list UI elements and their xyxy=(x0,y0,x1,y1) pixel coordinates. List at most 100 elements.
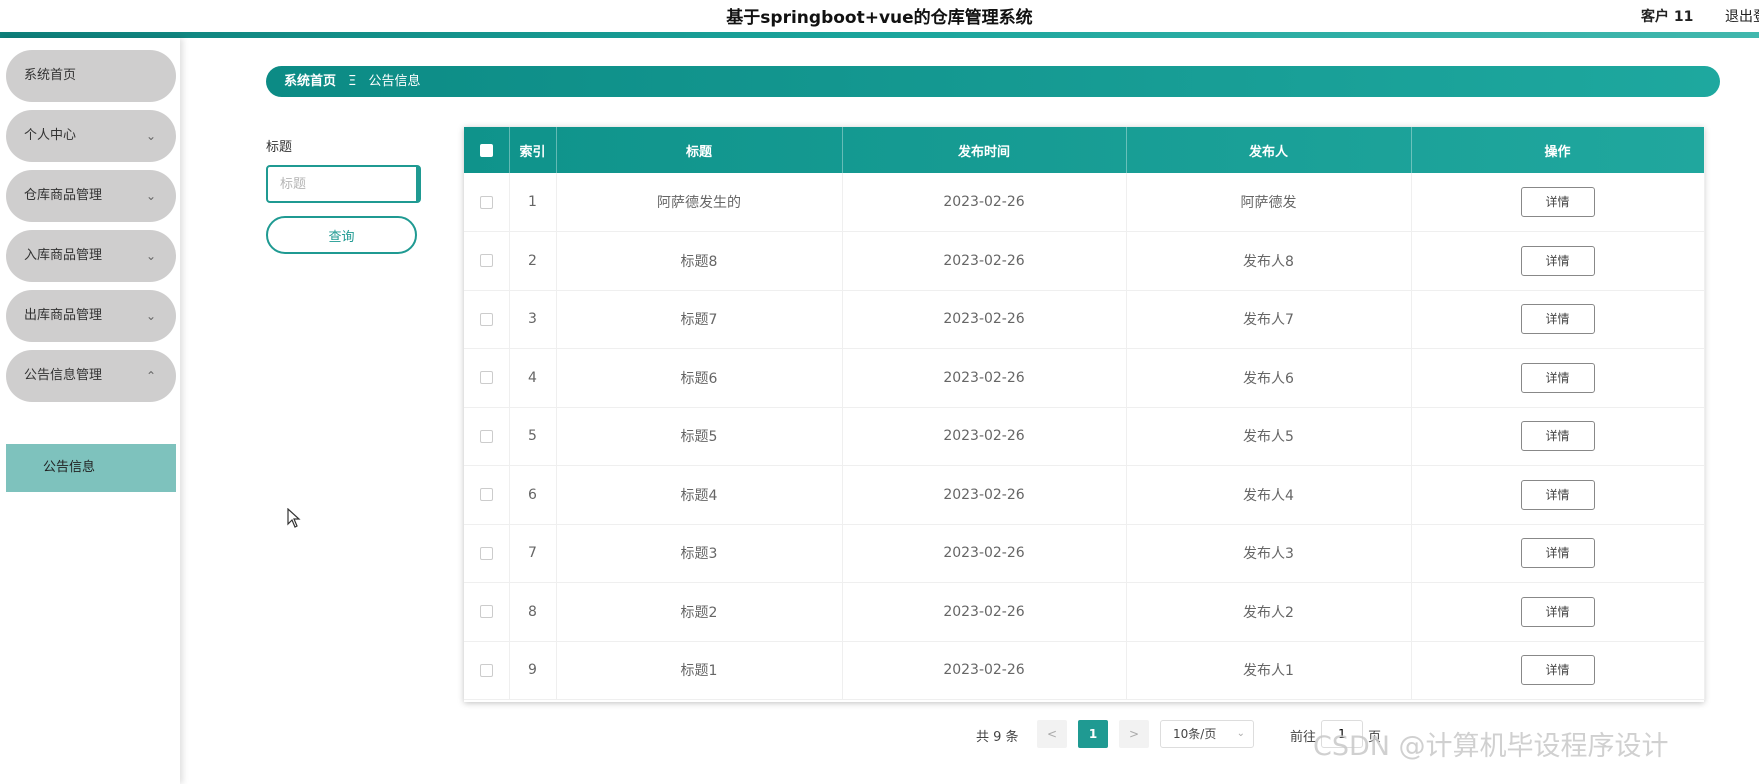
page-size-select[interactable]: 10条/页 ⌄ xyxy=(1160,720,1254,748)
cell-title: 标题5 xyxy=(556,407,843,466)
column-header-index: 索引 xyxy=(509,127,557,173)
prev-page-button[interactable]: < xyxy=(1037,720,1067,748)
cell-publisher: 发布人3 xyxy=(1126,524,1412,583)
page-number-button[interactable]: 1 xyxy=(1078,720,1108,748)
cell-title: 标题3 xyxy=(556,524,843,583)
row-checkbox[interactable] xyxy=(479,195,493,209)
sidebar-item-label: 系统首页 xyxy=(24,68,77,83)
cell-index: 6 xyxy=(509,465,557,524)
chevron-down-icon: ⌄ xyxy=(145,189,156,203)
search-button[interactable]: 查询 xyxy=(266,216,417,254)
cell-index: 8 xyxy=(509,582,557,641)
row-checkbox[interactable] xyxy=(479,488,493,502)
sidebar-item-personal-center[interactable]: 个人中心 ⌄ xyxy=(6,110,176,162)
breadcrumb-home[interactable]: 系统首页 xyxy=(284,74,336,89)
sidebar-item-warehouse-goods[interactable]: 仓库商品管理 ⌄ xyxy=(6,170,176,222)
select-all-checkbox[interactable] xyxy=(479,143,493,157)
cell-publisher: 阿萨德发 xyxy=(1126,173,1412,232)
cell-date: 2023-02-26 xyxy=(842,173,1127,232)
detail-button[interactable]: 详情 xyxy=(1520,655,1595,686)
search-input[interactable] xyxy=(266,165,421,203)
table-row: 9 标题1 2023-02-26 发布人1 详情 xyxy=(464,641,1705,700)
cell-title: 阿萨德发生的 xyxy=(556,173,843,232)
row-checkbox[interactable] xyxy=(479,605,493,619)
detail-button[interactable]: 详情 xyxy=(1520,596,1595,627)
cell-date: 2023-02-26 xyxy=(842,407,1127,466)
sidebar-item-label: 入库商品管理 xyxy=(24,248,103,263)
cell-index: 5 xyxy=(509,407,557,466)
cell-date: 2023-02-26 xyxy=(842,524,1127,583)
detail-button[interactable]: 详情 xyxy=(1520,538,1595,569)
chevron-down-icon: ⌄ xyxy=(145,249,156,263)
table-row: 6 标题4 2023-02-26 发布人4 详情 xyxy=(464,465,1705,524)
row-checkbox[interactable] xyxy=(479,312,493,326)
cell-title: 标题1 xyxy=(556,641,843,700)
detail-button[interactable]: 详情 xyxy=(1520,479,1595,510)
row-checkbox[interactable] xyxy=(479,546,493,560)
cell-publisher: 发布人5 xyxy=(1126,407,1412,466)
chevron-up-icon: ⌃ xyxy=(145,369,156,383)
sidebar-item-label: 出库商品管理 xyxy=(24,308,103,323)
table-row: 4 标题6 2023-02-26 发布人6 详情 xyxy=(464,348,1705,407)
cell-index: 9 xyxy=(509,641,557,700)
table-row: 7 标题3 2023-02-26 发布人3 详情 xyxy=(464,524,1705,583)
cell-index: 7 xyxy=(509,524,557,583)
column-header-action: 操作 xyxy=(1411,127,1705,173)
cell-date: 2023-02-26 xyxy=(842,465,1127,524)
table-header: 索引 标题 发布时间 发布人 操作 xyxy=(464,127,1705,173)
header-divider xyxy=(0,32,1759,38)
page-size-label: 10条/页 xyxy=(1173,727,1217,741)
row-checkbox[interactable] xyxy=(479,254,493,268)
search-label: 标题 xyxy=(266,140,293,155)
notice-table: 索引 标题 发布时间 发布人 操作 1 阿萨德发生的 2023-02-26 阿萨德发详… xyxy=(464,127,1705,702)
cell-index: 1 xyxy=(509,173,557,232)
detail-button[interactable]: 详情 xyxy=(1520,362,1595,393)
table-row: 1 阿萨德发生的 2023-02-26 阿萨德发 详情 xyxy=(464,173,1705,232)
sidebar-item-label: 个人中心 xyxy=(24,128,77,143)
cell-index: 3 xyxy=(509,290,557,349)
next-page-button[interactable]: > xyxy=(1119,720,1149,748)
cell-publisher: 发布人8 xyxy=(1126,231,1412,290)
cell-publisher: 发布人4 xyxy=(1126,465,1412,524)
cell-date: 2023-02-26 xyxy=(842,582,1127,641)
chevron-down-icon: ⌄ xyxy=(145,309,156,323)
cell-date: 2023-02-26 xyxy=(842,641,1127,700)
row-checkbox[interactable] xyxy=(479,429,493,443)
detail-button[interactable]: 详情 xyxy=(1520,245,1595,276)
cell-index: 4 xyxy=(509,348,557,407)
column-header-title: 标题 xyxy=(556,127,843,173)
sidebar-item-inbound-goods[interactable]: 入库商品管理 ⌄ xyxy=(6,230,176,282)
chevron-down-icon: ⌄ xyxy=(145,129,156,143)
table-row: 3 标题7 2023-02-26 发布人7 详情 xyxy=(464,290,1705,349)
cell-publisher: 发布人7 xyxy=(1126,290,1412,349)
cell-date: 2023-02-26 xyxy=(842,348,1127,407)
cell-title: 标题6 xyxy=(556,348,843,407)
sidebar-subitem-label: 公告信息 xyxy=(43,460,96,475)
sidebar-item-notice-management[interactable]: 公告信息管理 ⌃ xyxy=(6,350,176,402)
app-title: 基于springboot+vue的仓库管理系统 xyxy=(726,8,1033,28)
sidebar-item-home[interactable]: 系统首页 xyxy=(6,50,176,102)
cell-publisher: 发布人6 xyxy=(1126,348,1412,407)
user-name[interactable]: 客户 11 xyxy=(1641,6,1693,26)
column-header-date: 发布时间 xyxy=(842,127,1127,173)
cell-publisher: 发布人2 xyxy=(1126,582,1412,641)
pagination-total: 共 9 条 xyxy=(976,730,1019,745)
logout-button[interactable]: 退出登 xyxy=(1725,6,1759,26)
chevron-down-icon: ⌄ xyxy=(1236,728,1245,739)
cell-title: 标题8 xyxy=(556,231,843,290)
table-row: 2 标题8 2023-02-26 发布人8 详情 xyxy=(464,231,1705,290)
sidebar-subitem-notice[interactable]: 公告信息 xyxy=(6,444,176,492)
detail-button[interactable]: 详情 xyxy=(1520,304,1595,335)
row-checkbox[interactable] xyxy=(479,663,493,677)
sidebar-item-label: 公告信息管理 xyxy=(24,368,103,383)
cell-date: 2023-02-26 xyxy=(842,290,1127,349)
top-bar: 基于springboot+vue的仓库管理系统 客户 11 退出登 xyxy=(0,0,1759,32)
sidebar-item-outbound-goods[interactable]: 出库商品管理 ⌄ xyxy=(6,290,176,342)
row-checkbox[interactable] xyxy=(479,371,493,385)
cell-index: 2 xyxy=(509,231,557,290)
cell-title: 标题7 xyxy=(556,290,843,349)
detail-button[interactable]: 详情 xyxy=(1520,421,1595,452)
detail-button[interactable]: 详情 xyxy=(1520,187,1595,217)
mouse-cursor-icon xyxy=(287,508,301,528)
table-row: 5 标题5 2023-02-26 发布人5 详情 xyxy=(464,407,1705,466)
